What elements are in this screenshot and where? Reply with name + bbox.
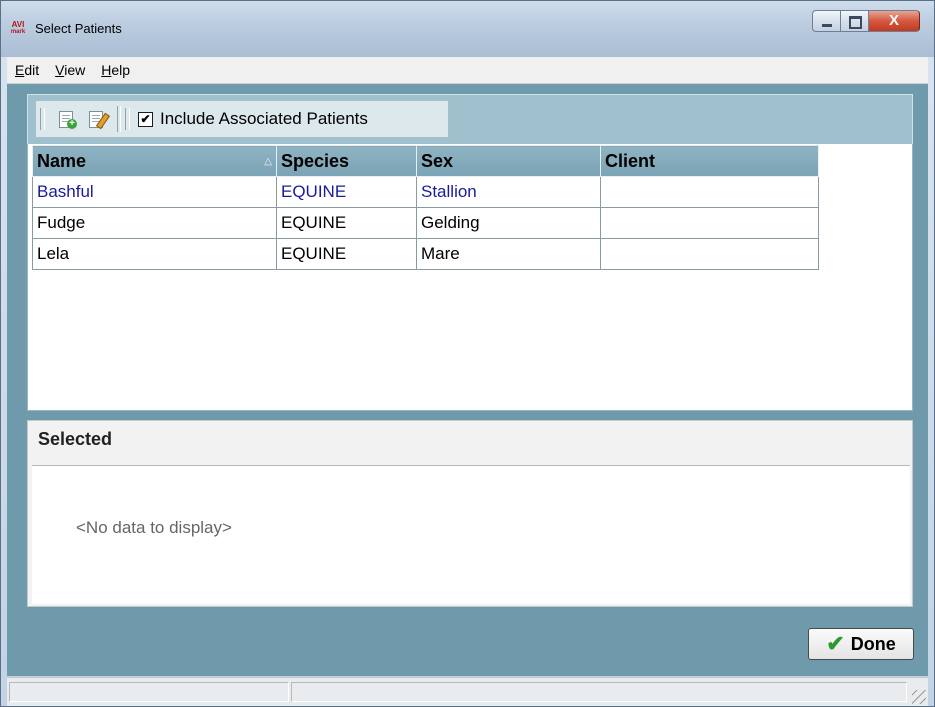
new-patient-button[interactable]: +: [57, 110, 77, 129]
cell-client[interactable]: [600, 238, 819, 270]
table-row[interactable]: Fudge EQUINE Gelding: [32, 207, 819, 239]
menu-help[interactable]: Help: [93, 62, 138, 78]
menu-view[interactable]: View: [47, 62, 93, 78]
status-bar: [7, 677, 928, 706]
cell-client[interactable]: [600, 176, 819, 208]
include-associated-label: Include Associated Patients: [160, 109, 368, 128]
column-header-species[interactable]: Species: [276, 145, 417, 177]
table-row[interactable]: Bashful EQUINE Stallion: [32, 176, 819, 208]
cell-sex[interactable]: Gelding: [416, 207, 601, 239]
checkmark-icon: ✔: [826, 631, 845, 656]
column-header-sex[interactable]: Sex: [416, 145, 601, 177]
plus-icon: +: [67, 119, 77, 129]
close-icon: X: [888, 12, 899, 29]
empty-state-text: <No data to display>: [76, 518, 232, 537]
selected-list[interactable]: <No data to display>: [32, 465, 910, 604]
patients-grid: Name △ Species Sex Client Bashful EQUINE …: [27, 144, 913, 411]
maximize-icon: [849, 16, 862, 29]
menu-edit[interactable]: Edit: [7, 62, 47, 78]
status-pane-2: [291, 682, 907, 702]
title-bar: AVI mark Select Patients X: [1, 1, 934, 57]
done-button[interactable]: ✔ Done: [808, 628, 914, 660]
window-title: Select Patients: [35, 21, 122, 36]
toolbar-grip[interactable]: [40, 108, 45, 130]
column-header-client[interactable]: Client: [600, 145, 819, 177]
select-patients-window: AVI mark Select Patients X Edit View Hel…: [0, 0, 935, 707]
cell-name[interactable]: Lela: [32, 238, 277, 270]
cell-species[interactable]: EQUINE: [276, 207, 417, 239]
toolbar-area: + ✔ Include Associated Patients: [27, 94, 913, 146]
toolbar-grip-2[interactable]: [125, 108, 130, 130]
table-row[interactable]: Lela EQUINE Mare: [32, 238, 819, 270]
toolbar-separator: [117, 106, 121, 132]
column-header-name[interactable]: Name △: [32, 145, 277, 177]
cell-sex[interactable]: Mare: [416, 238, 601, 270]
client-area: + ✔ Include Associated Patients Name △ S…: [7, 84, 928, 676]
resize-grip-icon[interactable]: [912, 690, 926, 704]
toolbar: + ✔ Include Associated Patients: [35, 100, 449, 138]
cell-name[interactable]: Fudge: [32, 207, 277, 239]
menu-bar: Edit View Help: [7, 57, 928, 84]
include-associated-toggle[interactable]: ✔ Include Associated Patients: [138, 109, 368, 129]
sort-ascending-icon: △: [264, 155, 272, 167]
done-button-label: Done: [850, 633, 896, 654]
include-associated-checkbox[interactable]: ✔: [138, 111, 153, 127]
status-pane-1: [9, 682, 289, 702]
cell-name[interactable]: Bashful: [32, 176, 277, 208]
avi-app-icon: AVI mark: [10, 20, 26, 35]
minimize-button[interactable]: [812, 10, 840, 32]
cell-client[interactable]: [600, 207, 819, 239]
maximize-button[interactable]: [840, 10, 868, 32]
close-button[interactable]: X: [868, 10, 920, 32]
patients-table: Name △ Species Sex Client Bashful EQUINE …: [32, 145, 819, 270]
minimize-icon: [822, 24, 832, 27]
cell-sex[interactable]: Stallion: [416, 176, 601, 208]
selected-panel: Selected <No data to display>: [27, 420, 913, 607]
selected-panel-title: Selected: [38, 429, 113, 449]
window-controls: X: [812, 10, 920, 34]
cell-species[interactable]: EQUINE: [276, 238, 417, 270]
cell-species[interactable]: EQUINE: [276, 176, 417, 208]
table-header-row: Name △ Species Sex Client: [32, 145, 819, 177]
edit-patient-button[interactable]: [87, 110, 111, 130]
